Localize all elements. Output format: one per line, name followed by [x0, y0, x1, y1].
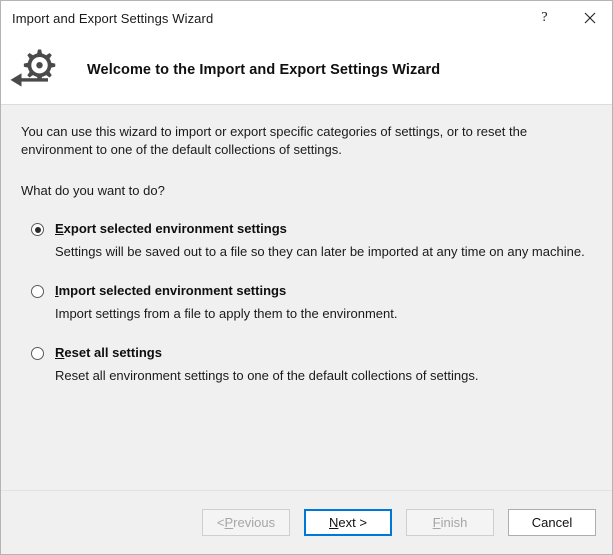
radio-import[interactable] — [31, 285, 44, 298]
close-button[interactable] — [567, 1, 612, 35]
option-export-accel: E — [55, 221, 64, 236]
cancel-button[interactable]: Cancel — [508, 509, 596, 536]
button-bar: < Previous Next > Finish Cancel — [1, 490, 612, 554]
finish-button-label: inish — [440, 515, 468, 530]
next-button-label: ext > — [338, 515, 367, 530]
close-icon — [584, 12, 595, 24]
option-export-description: Settings will be saved out to a file so … — [55, 244, 585, 259]
option-reset-accel: R — [55, 345, 65, 360]
option-reset-description: Reset all environment settings to one of… — [55, 368, 479, 383]
finish-button-accel: F — [432, 515, 441, 530]
previous-button-accel: P — [224, 515, 234, 530]
option-export-label: Export selected environment settings — [55, 221, 287, 237]
option-import-row[interactable]: Import selected environment settings — [21, 283, 592, 299]
previous-button-label: revious — [233, 515, 276, 530]
window-controls: ? — [522, 1, 612, 35]
wizard-body: You can use this wizard to import or exp… — [1, 105, 612, 490]
gear-arrow-icon — [10, 49, 56, 87]
option-import-label: Import selected environment settings — [55, 283, 286, 299]
next-button[interactable]: Next > — [304, 509, 392, 536]
option-reset-row[interactable]: Reset all settings — [21, 345, 592, 361]
question-mark-icon: ? — [541, 10, 548, 25]
option-reset: Reset all settings Reset all environment… — [21, 345, 592, 384]
cancel-button-label: Cancel — [531, 515, 573, 530]
settings-gear-export-icon — [1, 46, 63, 94]
option-export-row[interactable]: Export selected environment settings — [21, 221, 592, 237]
previous-button[interactable]: < Previous — [202, 509, 290, 536]
option-export-label-rest: xport selected environment settings — [63, 221, 287, 236]
question-text: What do you want to do? — [21, 183, 165, 198]
wizard-heading: Welcome to the Import and Export Setting… — [87, 61, 441, 78]
help-button[interactable]: ? — [522, 1, 567, 35]
wizard-header: Welcome to the Import and Export Setting… — [1, 35, 612, 105]
option-import: Import selected environment settings Imp… — [21, 283, 592, 322]
option-reset-label: Reset all settings — [55, 345, 162, 361]
intro-text: You can use this wizard to import or exp… — [21, 124, 528, 157]
option-import-label-rest: mport selected environment settings — [58, 283, 287, 298]
wizard-dialog: Import and Export Settings Wizard ? Welc… — [0, 0, 613, 555]
previous-button-prefix: < — [216, 515, 225, 530]
finish-button[interactable]: Finish — [406, 509, 494, 536]
option-reset-label-rest: eset all settings — [64, 345, 162, 360]
radio-export[interactable] — [31, 223, 44, 236]
title-bar: Import and Export Settings Wizard ? — [1, 1, 612, 35]
option-import-description: Import settings from a file to apply the… — [55, 306, 398, 321]
radio-reset[interactable] — [31, 347, 44, 360]
next-button-accel: N — [329, 515, 339, 530]
window-title: Import and Export Settings Wizard — [12, 10, 214, 26]
options-group: Export selected environment settings Set… — [21, 221, 592, 384]
option-export: Export selected environment settings Set… — [21, 221, 592, 260]
